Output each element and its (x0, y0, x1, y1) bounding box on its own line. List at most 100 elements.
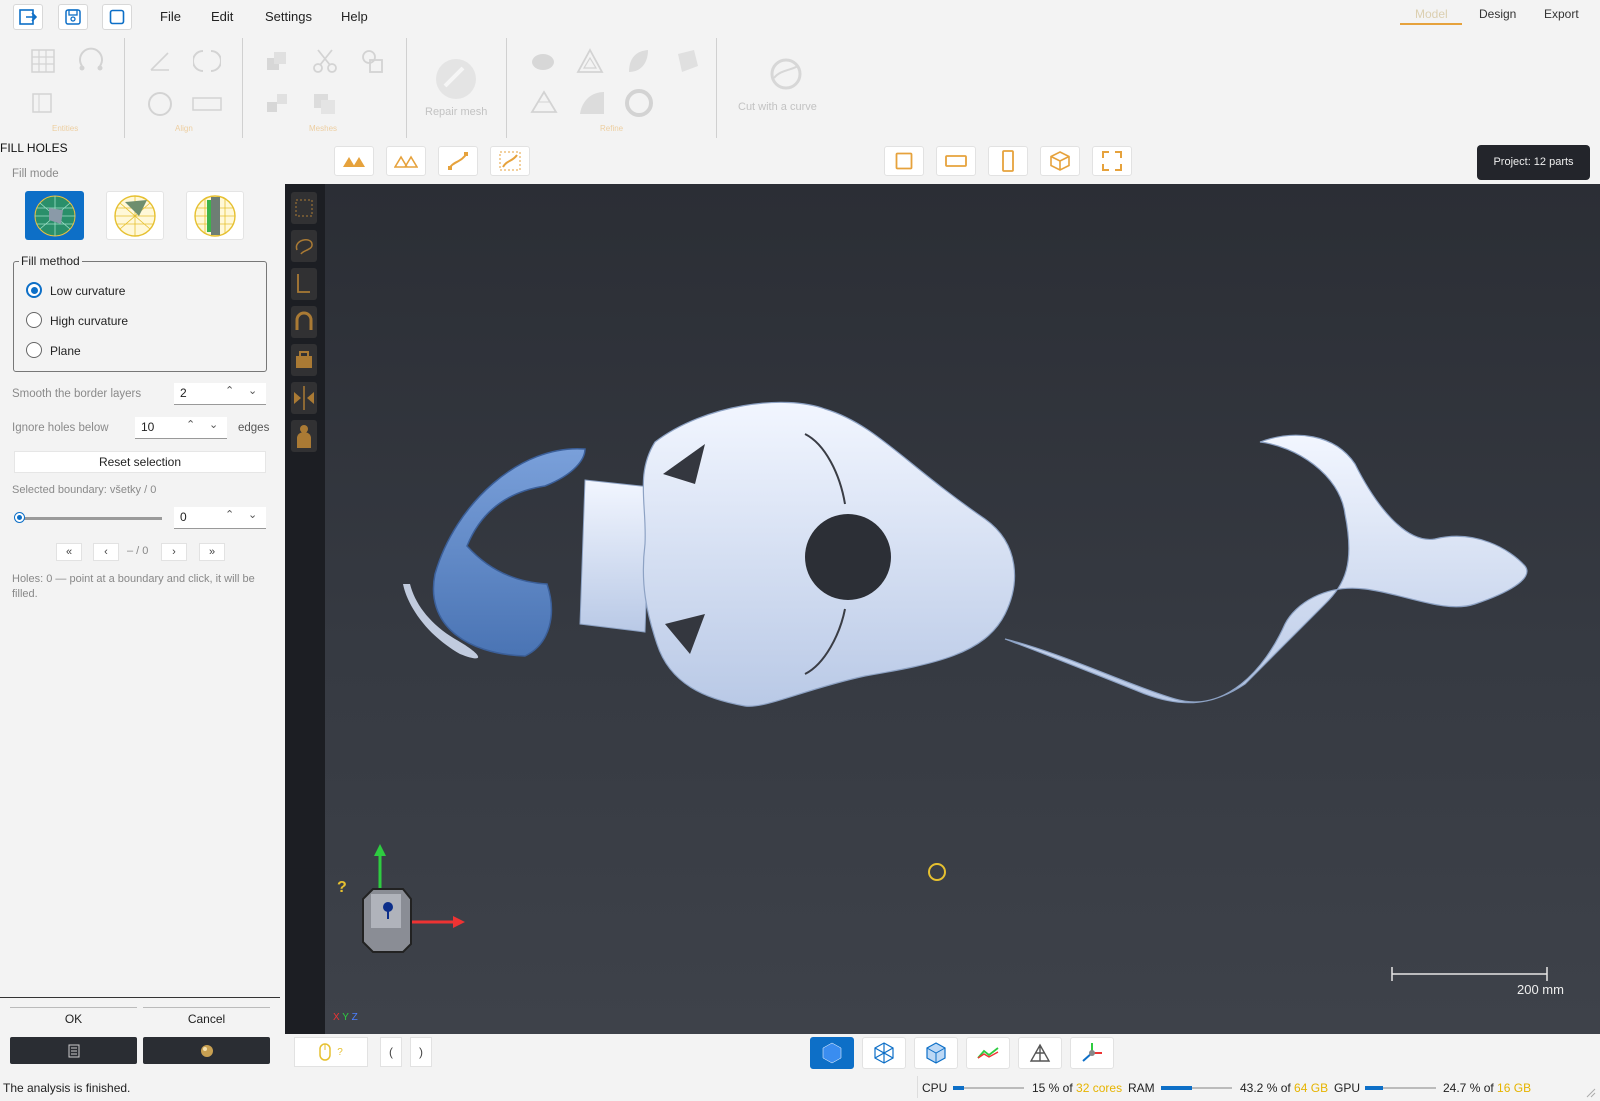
fit-view-button[interactable] (1092, 146, 1132, 176)
menu-edit[interactable]: Edit (211, 9, 233, 24)
angle-icon[interactable] (148, 50, 172, 72)
last-boundary-button[interactable]: » (199, 543, 225, 561)
gpu-meter-fill (1365, 1086, 1383, 1090)
remesh-icon[interactable] (624, 88, 654, 118)
chevron-up-icon[interactable]: ⌃ (225, 508, 234, 521)
repair-mesh-label[interactable]: Repair mesh (425, 106, 487, 118)
ellipse-refine-icon[interactable] (530, 52, 556, 72)
prev-boundary-button[interactable]: ‹ (93, 543, 119, 561)
wide-view-icon (945, 155, 967, 167)
cut-curve-label[interactable]: Cut with a curve (738, 101, 817, 113)
prev-bracket-button[interactable]: ( (380, 1037, 402, 1067)
cancel-button[interactable]: Cancel (143, 1007, 270, 1027)
mouse-help-button[interactable]: ? (294, 1037, 368, 1067)
tab-export[interactable]: Export (1544, 7, 1579, 21)
scissors-icon[interactable] (312, 48, 338, 74)
viewport-help-icon[interactable]: ? (337, 879, 347, 897)
view-front-button[interactable] (884, 146, 924, 176)
menu-file[interactable]: File (160, 9, 181, 24)
ok-button[interactable]: OK (10, 1007, 137, 1027)
orientation-gizmo[interactable] (362, 844, 465, 953)
tail-fairing-part[interactable] (1004, 434, 1528, 704)
chevron-down-icon[interactable]: ⌄ (248, 508, 257, 521)
view-top-button[interactable] (936, 146, 976, 176)
shard-refine-icon[interactable] (674, 48, 700, 74)
cut-curve-icon[interactable] (768, 56, 804, 92)
leaf-refine-icon[interactable] (626, 48, 650, 74)
smooth-icon[interactable] (578, 90, 606, 116)
exit-button[interactable] (13, 4, 43, 30)
solid-hexagon-icon (822, 1042, 842, 1064)
project-badge[interactable]: Project: 12 parts (1477, 145, 1590, 180)
radio-high-curvature[interactable] (26, 312, 42, 328)
grid-icon[interactable] (30, 48, 56, 74)
panel-render-button[interactable] (143, 1037, 270, 1064)
axis-y-label: Y (342, 1012, 349, 1023)
first-boundary-button[interactable]: « (56, 543, 82, 561)
menu-settings[interactable]: Settings (265, 9, 312, 24)
radio-low-curvature-label[interactable]: Low curvature (50, 284, 125, 298)
radio-high-curvature-label[interactable]: High curvature (50, 314, 128, 328)
repair-mesh-icon[interactable] (433, 56, 479, 102)
save-button[interactable] (58, 4, 88, 30)
view-mode-a-button[interactable] (334, 146, 374, 176)
triangle-refine-icon[interactable] (576, 48, 604, 74)
ignore-holes-stepper[interactable]: 10 ⌃ ⌄ (135, 417, 227, 439)
merge-meshes-icon[interactable] (265, 50, 289, 72)
fill-mode-wedge-button[interactable] (106, 191, 164, 240)
chevron-up-icon[interactable]: ⌃ (225, 384, 234, 397)
decimate-icon[interactable] (530, 90, 558, 114)
frame-icon[interactable] (31, 92, 53, 114)
axes-toggle-button[interactable] (1070, 1037, 1114, 1069)
new-project-button[interactable] (102, 4, 132, 30)
radio-low-curvature[interactable] (26, 282, 42, 298)
fill-mode-sphere-button[interactable] (25, 191, 84, 240)
smooth-border-stepper[interactable]: 2 ⌃ ⌄ (174, 383, 266, 405)
scale-bar (1391, 967, 1548, 981)
deviation-button[interactable] (966, 1037, 1010, 1069)
next-bracket-button[interactable]: ) (410, 1037, 432, 1067)
radio-plane-label[interactable]: Plane (50, 344, 81, 358)
radio-plane[interactable] (26, 342, 42, 358)
next-boundary-button[interactable]: › (161, 543, 187, 561)
select-curve-button[interactable] (438, 146, 478, 176)
lasso-icon[interactable] (76, 46, 106, 76)
menu-help[interactable]: Help (341, 9, 368, 24)
motorcycle-fairing-model[interactable] (285, 184, 1600, 1034)
fill-mode-band-button[interactable] (186, 191, 244, 240)
chevron-down-icon[interactable]: ⌄ (248, 384, 257, 397)
tab-design[interactable]: Design (1479, 7, 1516, 21)
ignore-holes-value: 10 (141, 420, 155, 434)
render-solid-button[interactable] (810, 1037, 854, 1069)
boolean-icon[interactable] (265, 92, 289, 116)
render-wireframe-button[interactable] (862, 1037, 906, 1069)
view-iso-button[interactable] (1040, 146, 1080, 176)
front-fairing-selected[interactable] (432, 448, 586, 657)
ribbon-separator (242, 38, 243, 138)
boundary-index-stepper[interactable]: 0 ⌃ ⌄ (174, 507, 266, 529)
panel-list-button[interactable] (10, 1037, 137, 1064)
select-box-curve-button[interactable] (490, 146, 530, 176)
axes-icon (1082, 1043, 1102, 1062)
ignore-holes-unit: edges (238, 422, 270, 434)
separate-meshes-icon[interactable] (360, 48, 386, 74)
chevron-down-icon[interactable]: ⌄ (209, 418, 218, 431)
windscreen-part[interactable] (579, 479, 651, 633)
reset-selection-button[interactable]: Reset selection (14, 451, 266, 473)
gpu-total: 16 GB (1497, 1081, 1532, 1095)
mirror-align-icon[interactable] (193, 48, 221, 74)
sphere-align-icon[interactable] (146, 90, 174, 118)
copy-mesh-icon[interactable] (312, 92, 338, 116)
smooth-border-label: Smooth the border layers (12, 388, 142, 400)
perspective-button[interactable] (1018, 1037, 1062, 1069)
3d-viewport[interactable]: 200 mm ? X Y Z (285, 184, 1600, 1034)
tab-model[interactable]: Model (1415, 7, 1448, 21)
view-mode-b-button[interactable] (386, 146, 426, 176)
plane-align-icon[interactable] (192, 94, 222, 114)
render-transparent-button[interactable] (914, 1037, 958, 1069)
boundary-slider-track[interactable] (19, 517, 162, 520)
resize-grip-icon[interactable] (1584, 1086, 1596, 1098)
view-side-button[interactable] (988, 146, 1028, 176)
chevron-up-icon[interactable]: ⌃ (186, 418, 195, 431)
save-icon (65, 9, 81, 25)
